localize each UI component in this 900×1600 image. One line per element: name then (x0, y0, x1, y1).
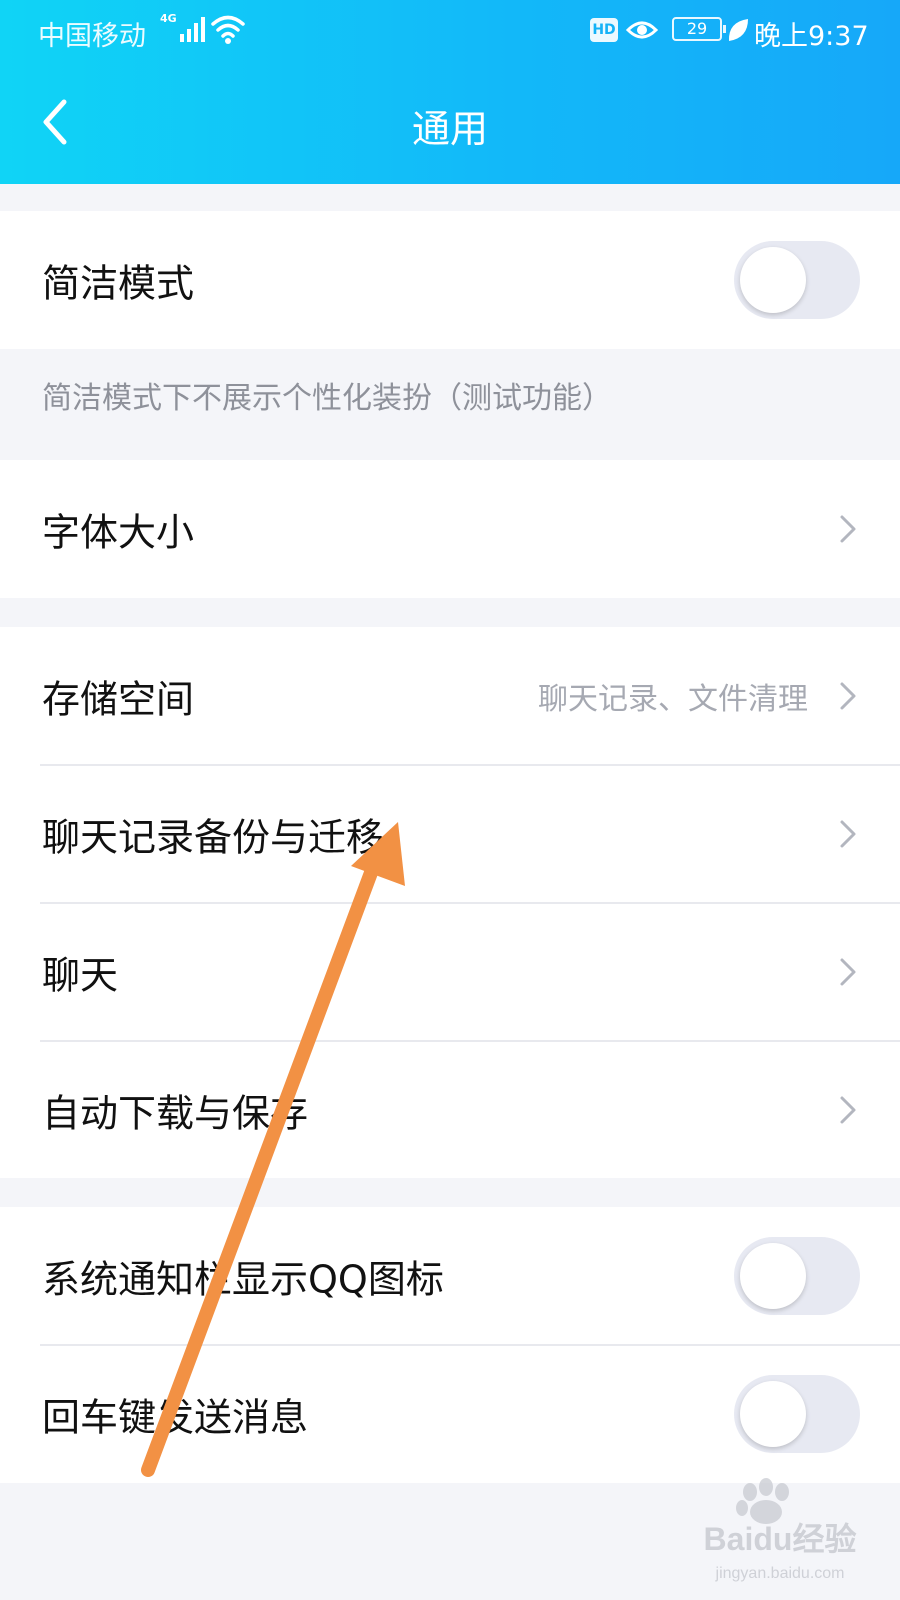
toggle-group: 系统通知栏显示QQ图标 回车键发送消息 (0, 1207, 900, 1483)
battery-indicator: 29 (672, 17, 726, 41)
storage-label: 存储空间 (42, 677, 195, 722)
chevron-right-icon (840, 682, 856, 710)
storage-row[interactable]: 存储空间 聊天记录、文件清理 (0, 627, 900, 765)
simple-mode-label: 简洁模式 (42, 261, 195, 306)
watermark-text: Baidu经验 (704, 1521, 857, 1557)
chevron-right-icon (840, 820, 856, 848)
app-header: 中国移动 4G HD 29 晚上9:37 通用 (0, 0, 900, 184)
carrier-name: 中国移动 (38, 21, 146, 52)
chat-label: 聊天 (42, 953, 119, 998)
notify-icon-label: 系统通知栏显示QQ图标 (42, 1257, 444, 1302)
simple-mode-row: 简洁模式 (0, 211, 900, 349)
enter-send-label: 回车键发送消息 (42, 1395, 309, 1440)
wifi-icon (211, 15, 245, 44)
auto-download-label: 自动下载与保存 (42, 1091, 309, 1135)
storage-hint: 聊天记录、文件清理 (538, 682, 808, 717)
backup-row[interactable]: 聊天记录备份与迁移 (0, 765, 900, 903)
enter-send-toggle[interactable] (734, 1375, 860, 1453)
network-badge: 4G (160, 12, 177, 25)
watermark-url: jingyan.baidu.com (715, 1565, 845, 1582)
baidu-watermark: Baidu经验 jingyan.baidu.com (704, 1478, 857, 1582)
toggle-knob (740, 1381, 806, 1447)
auto-download-row[interactable]: 自动下载与保存 (0, 1041, 900, 1178)
notify-icon-row: 系统通知栏显示QQ图标 (0, 1207, 900, 1345)
storage-chat-group: 存储空间 聊天记录、文件清理 聊天记录备份与迁移 聊天 自动下载与保存 (0, 627, 900, 1178)
eye-icon (626, 21, 658, 39)
toggle-knob (740, 247, 806, 313)
simple-mode-group: 简洁模式 (0, 211, 900, 349)
font-size-group: 字体大小 (0, 460, 900, 598)
status-bar: 中国移动 4G HD 29 晚上9:37 (0, 0, 900, 62)
backup-label: 聊天记录备份与迁移 (42, 815, 385, 860)
simple-mode-note: 简洁模式下不展示个性化装扮（测试功能） (42, 381, 612, 416)
notify-icon-toggle[interactable] (734, 1237, 860, 1315)
toggle-knob (740, 1243, 806, 1309)
hd-badge: HD (590, 18, 618, 42)
font-size-row[interactable]: 字体大小 (0, 460, 900, 598)
enter-send-row: 回车键发送消息 (0, 1345, 900, 1483)
status-time: 晚上9:37 (754, 21, 869, 52)
font-size-label: 字体大小 (42, 510, 195, 555)
page-title: 通用 (411, 107, 488, 151)
chevron-right-icon (840, 958, 856, 986)
simple-mode-toggle[interactable] (734, 241, 860, 319)
chat-row[interactable]: 聊天 (0, 903, 900, 1041)
chevron-right-icon (840, 1096, 856, 1123)
signal-icon (180, 17, 205, 42)
chevron-right-icon (840, 515, 856, 543)
leaf-icon (728, 19, 748, 41)
